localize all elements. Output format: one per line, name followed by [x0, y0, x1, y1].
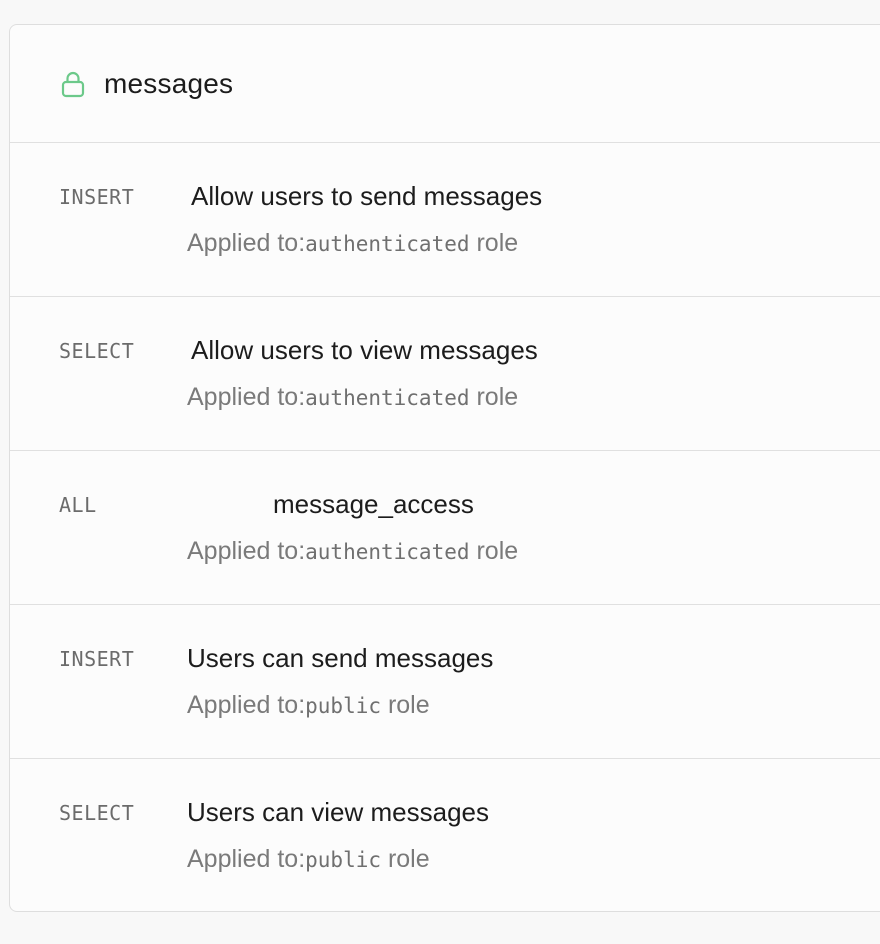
policy-row[interactable]: INSERT Allow users to send messages Appl…	[10, 143, 880, 297]
policy-applied-to: Applied to:public role	[187, 691, 430, 720]
policy-command: ALL	[59, 493, 97, 517]
policy-name[interactable]: Allow users to view messages	[191, 335, 538, 366]
role-suffix: role	[381, 845, 430, 873]
policy-applied-to: Applied to:authenticated role	[187, 537, 518, 566]
role-suffix: role	[469, 229, 519, 257]
policy-command: SELECT	[59, 801, 135, 825]
policy-name[interactable]: Users can send messages	[187, 643, 493, 674]
role-suffix: role	[469, 537, 519, 565]
lock-icon	[60, 70, 86, 98]
role-suffix: role	[469, 383, 519, 411]
role-suffix: role	[381, 691, 430, 719]
policy-role: public	[305, 848, 381, 872]
policy-applied-to: Applied to:authenticated role	[187, 383, 518, 412]
policy-role: authenticated	[305, 232, 470, 256]
applied-prefix: Applied to:	[187, 229, 306, 257]
applied-prefix: Applied to:	[187, 691, 306, 719]
applied-prefix: Applied to:	[187, 383, 306, 411]
table-name: messages	[104, 67, 234, 99]
policy-row[interactable]: ALL message_access Applied to:authentica…	[10, 451, 880, 605]
table-header: messages	[10, 25, 880, 143]
policy-applied-to: Applied to:authenticated role	[187, 229, 518, 258]
policy-row[interactable]: SELECT Users can view messages Applied t…	[10, 759, 880, 911]
policy-row[interactable]: INSERT Users can send messages Applied t…	[10, 605, 880, 759]
policy-applied-to: Applied to:public role	[187, 845, 430, 874]
applied-prefix: Applied to:	[187, 537, 306, 565]
policy-role: authenticated	[305, 540, 470, 564]
policy-row[interactable]: SELECT Allow users to view messages Appl…	[10, 297, 880, 451]
policies-panel: messages INSERT Allow users to send mess…	[9, 24, 880, 912]
policy-name[interactable]: Users can view messages	[187, 797, 489, 828]
applied-prefix: Applied to:	[187, 845, 306, 873]
policy-command: SELECT	[59, 339, 135, 363]
policy-role: public	[305, 694, 381, 718]
policy-command: INSERT	[59, 647, 135, 671]
policy-role: authenticated	[305, 386, 470, 410]
policy-name[interactable]: message_access	[273, 489, 474, 520]
policy-command: INSERT	[59, 185, 135, 209]
policy-name[interactable]: Allow users to send messages	[191, 181, 542, 212]
